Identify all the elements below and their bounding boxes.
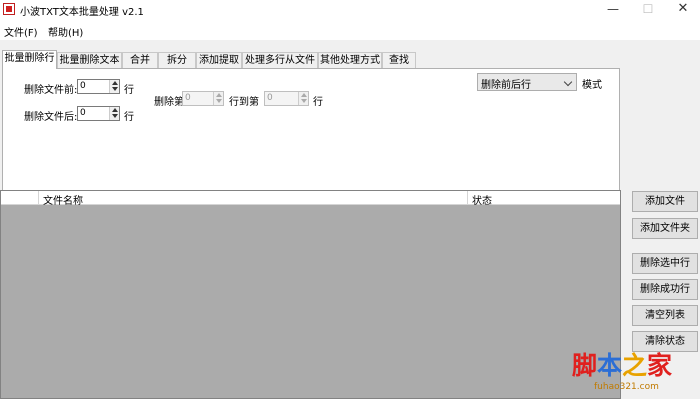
menu-bar: 文件(F) 帮助(H)	[0, 20, 700, 40]
column-divider[interactable]	[38, 191, 39, 205]
delete-before-stepper[interactable]: 0	[77, 79, 120, 94]
clear-list-button[interactable]: 清空列表	[632, 305, 698, 326]
title-bar: 小波TXT文本批量处理 v2.1 — ☐ ✕	[0, 0, 700, 20]
watermark-logo: 脚本之家 fuhao321.com	[572, 352, 700, 399]
arrow-up-icon[interactable]	[112, 108, 118, 112]
stepper-buttons[interactable]	[298, 92, 308, 105]
arrow-up-icon[interactable]	[301, 93, 307, 97]
close-button[interactable]: ✕	[660, 0, 700, 20]
add-folder-button[interactable]: 添加文件夹	[632, 218, 698, 239]
row-unit-label: 行	[124, 112, 134, 123]
delete-from-label: 删除第	[154, 97, 184, 108]
clear-status-button[interactable]: 清除状态	[632, 331, 698, 352]
column-header-status[interactable]: 状态	[472, 192, 492, 207]
column-header-filename[interactable]: 文件名称	[43, 192, 83, 207]
delete-after-stepper[interactable]: 0	[77, 106, 120, 121]
stepper-buttons[interactable]	[109, 107, 119, 120]
delete-after-label: 删除文件后:	[24, 112, 78, 123]
tab-merge[interactable]: 合并	[122, 52, 158, 68]
arrow-up-icon[interactable]	[216, 93, 222, 97]
arrow-down-icon[interactable]	[112, 87, 118, 91]
to-row-stepper[interactable]: 0	[264, 91, 309, 106]
tab-batch-delete-text[interactable]: 批量删除文本	[57, 52, 122, 68]
menu-help[interactable]: 帮助(H)	[48, 24, 83, 39]
tab-batch-delete-rows[interactable]: 批量删除行	[2, 50, 57, 69]
column-divider[interactable]	[467, 191, 468, 205]
tab-other-methods[interactable]: 其他处理方式	[318, 52, 382, 68]
arrow-up-icon[interactable]	[112, 81, 118, 85]
chevron-down-icon	[563, 77, 573, 87]
mode-select[interactable]: 删除前后行	[477, 73, 577, 91]
delete-success-button[interactable]: 删除成功行	[632, 279, 698, 300]
watermark-text: 脚本之家	[572, 351, 673, 380]
window-title: 小波TXT文本批量处理 v2.1	[20, 7, 144, 18]
menu-file[interactable]: 文件(F)	[4, 24, 38, 39]
watermark-url: fuhao321.com	[594, 382, 659, 392]
tab-multiline-from-file[interactable]: 处理多行从文件	[242, 52, 318, 68]
mode-label: 模式	[582, 80, 602, 91]
row-unit-label: 行	[124, 85, 134, 96]
add-file-button[interactable]: 添加文件	[632, 191, 698, 212]
arrow-down-icon[interactable]	[301, 99, 307, 103]
stepper-buttons[interactable]	[109, 80, 119, 93]
list-header: 文件名称 状态	[1, 191, 620, 207]
delete-from-stepper[interactable]: 0	[182, 91, 224, 106]
arrow-down-icon[interactable]	[216, 99, 222, 103]
tab-find[interactable]: 查找	[382, 52, 416, 68]
to-row-label: 行到第	[229, 97, 259, 108]
file-list[interactable]: 文件名称 状态	[0, 190, 621, 399]
tab-add-extract[interactable]: 添加提取	[196, 52, 242, 68]
arrow-down-icon[interactable]	[112, 114, 118, 118]
tab-split[interactable]: 拆分	[158, 52, 196, 68]
app-icon	[3, 3, 15, 15]
delete-selected-button[interactable]: 删除选中行	[632, 253, 698, 274]
row-unit-label: 行	[313, 97, 323, 108]
stepper-buttons[interactable]	[213, 92, 223, 105]
delete-before-label: 删除文件前:	[24, 85, 78, 96]
